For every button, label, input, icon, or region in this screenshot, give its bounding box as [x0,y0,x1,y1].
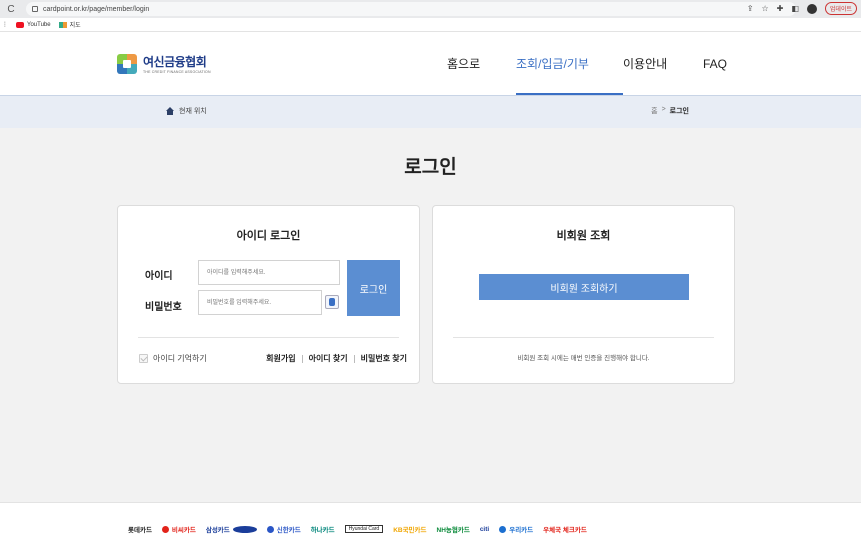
star-icon[interactable]: ☆ [761,4,768,13]
divider [353,354,355,363]
share-icon[interactable]: ⇪ [747,4,754,13]
browser-toolbar: C cardpoint.or.kr/page/member/login ⇪ ☆ … [0,0,861,18]
extensions-icon[interactable]: ✚ [777,4,784,13]
apps-icon[interactable]: ⋮ [2,21,8,28]
partner-name: NH농협카드 [436,527,470,534]
partner-name: Hyundai Card [344,525,384,533]
home-icon [166,107,174,115]
guest-inquiry-button[interactable]: 비회원 조회하기 [479,274,689,300]
bookmarks-bar: ⋮ YouTube 지도 [0,18,861,32]
partner-logos: 롯데카드 비씨카드 삼성카드 신한카드 하나카드 Hyundai Card KB국민카드 NH… [128,524,587,534]
breadcrumb-home[interactable]: 홈 [651,106,657,116]
divider [453,337,714,338]
partner-mark-icon [161,525,169,533]
partner-name: 하나카드 [310,527,335,534]
nav-faq[interactable]: FAQ [703,32,727,95]
profile-avatar[interactable] [806,3,817,14]
partner-logo[interactable]: 삼성카드 [206,524,257,534]
partner-name: 롯데카드 [128,527,152,534]
password-label: 비밀번호 [145,302,182,313]
url-text: cardpoint.or.kr/page/member/login [43,5,150,13]
account-links: 회원가입 아이디 찾기 비밀번호 찾기 [266,353,407,364]
partner-mark-icon [266,525,274,533]
divider [301,354,303,363]
id-input[interactable] [198,260,340,285]
partner-logo[interactable]: Hyundai Card [344,525,384,533]
secure-keypad-icon[interactable] [325,295,339,309]
login-button[interactable]: 로그인 [347,260,400,316]
partner-name: 우체국 체크카드 [543,527,587,534]
reload-icon[interactable]: C [4,4,18,15]
partner-logo[interactable]: 신한카드 [266,524,301,534]
partner-name: 비씨카드 [171,527,196,534]
login-card-title: 아이디 로그인 [236,230,301,242]
remember-id-label: 아이디 기억하기 [153,354,207,363]
id-login-card: 아이디 로그인 아이디 비밀번호 로그인 아이디 기억하기 회원가입 아이디 찾… [117,205,420,384]
main-nav: 홈으로 조회/입금/기부 이용안내 FAQ [447,32,727,95]
nav-guide[interactable]: 이용안내 [623,32,703,95]
logo-mark-icon [117,53,137,74]
samsung-mark-icon [232,525,257,533]
partner-logo[interactable]: 롯데카드 [128,524,152,534]
nav-home[interactable]: 홈으로 [447,32,516,95]
update-button[interactable]: 업데이트 [824,2,857,15]
logo-subtitle: THE CREDIT FINANCE ASSOCIATION [143,70,211,74]
current-location: 현재 위치 [166,106,207,116]
bookmark-label: 지도 [69,23,81,29]
find-id-link[interactable]: 아이디 찾기 [309,353,348,364]
partner-footer: 롯데카드 비씨카드 삼성카드 신한카드 하나카드 Hyundai Card KB국민카드 NH… [0,502,861,545]
site-logo[interactable]: 여신금융협회 THE CREDIT FINANCE ASSOCIATION [117,53,211,74]
partner-name: citi [479,525,490,533]
guest-card-title: 비회원 조회 [556,230,611,242]
partner-name: 삼성카드 [205,527,230,534]
partner-logo[interactable]: 비씨카드 [161,524,196,534]
partner-name: KB국민카드 [393,527,427,534]
bookmark-youtube[interactable]: YouTube [16,21,51,28]
signup-link[interactable]: 회원가입 [266,353,295,364]
partner-name: 우리카드 [509,527,534,534]
logo-name: 여신금융협회 [143,55,207,69]
partner-logo[interactable]: NH농협카드 [437,524,470,534]
partner-logo[interactable]: 하나카드 [311,524,335,534]
breadcrumb: 홈 > 로그인 [651,106,689,116]
guest-note: 비회원 조회 시에는 매번 인증을 진행해야 합니다. [517,355,650,362]
site-header: 여신금융협회 THE CREDIT FINANCE ASSOCIATION 홈으… [0,32,861,95]
map-icon [58,21,67,28]
lock-icon [32,6,38,12]
id-label: 아이디 [145,271,173,282]
address-bar[interactable]: cardpoint.or.kr/page/member/login [26,2,796,16]
remember-id-checkbox[interactable] [139,354,148,363]
youtube-icon [16,21,24,28]
partner-logo[interactable]: 우리카드 [499,524,533,534]
guest-inquiry-card: 비회원 조회 비회원 조회하기 비회원 조회 시에는 매번 인증을 진행해야 합… [432,205,735,384]
partner-logo[interactable]: citi [480,526,489,533]
breadcrumb-separator: > [661,106,666,113]
browser-actions: ⇪ ☆ ✚ ◧ 업데이트 [747,2,857,15]
bookmark-map[interactable]: 지도 [58,20,81,29]
divider [138,337,399,338]
password-input[interactable] [198,290,322,315]
breadcrumb-band: 현재 위치 홈 > 로그인 [0,95,861,128]
partner-logo[interactable]: KB국민카드 [393,524,426,534]
nav-inquiry[interactable]: 조회/입금/기부 [516,32,623,95]
find-password-link[interactable]: 비밀번호 찾기 [361,353,407,364]
partner-name: 신한카드 [276,527,301,534]
bookmark-label: YouTube [27,21,51,28]
sidepanel-icon[interactable]: ◧ [791,4,799,13]
partner-mark-icon [499,525,507,533]
location-label: 현재 위치 [179,108,207,115]
page-title: 로그인 [404,157,457,178]
remember-id[interactable]: 아이디 기억하기 [139,353,207,364]
breadcrumb-current: 로그인 [669,108,689,115]
partner-logo[interactable]: 우체국 체크카드 [543,524,587,534]
